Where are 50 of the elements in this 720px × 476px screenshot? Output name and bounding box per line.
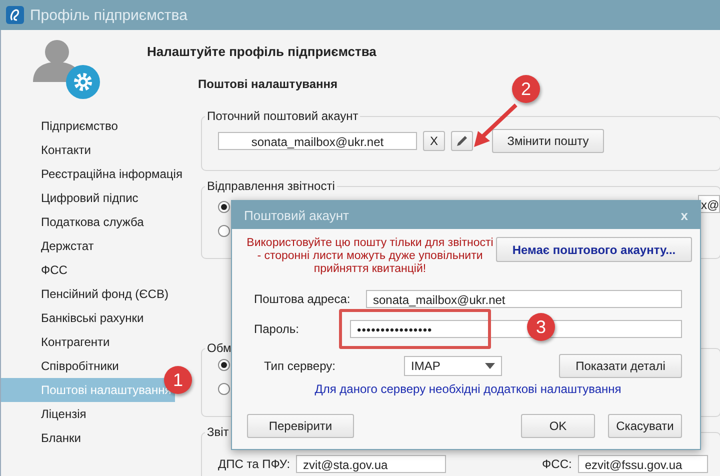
sidebar-item[interactable]: Пенсійний фонд (ЄСВ)	[1, 282, 172, 306]
email-field[interactable]: zvit@sta.gov.ua	[296, 455, 446, 473]
sidebar-item[interactable]: Реєстраційна інформація	[1, 162, 186, 186]
group-label: Звіт	[206, 425, 230, 439]
radio-button[interactable]	[218, 383, 230, 395]
app-logo-icon	[6, 6, 24, 24]
section-title: Поштові налаштування	[198, 77, 338, 91]
cancel-button[interactable]: Скасувати	[608, 414, 682, 438]
sidebar-item[interactable]: Банківські рахунки	[1, 306, 148, 330]
sidebar-item[interactable]: Податкова служба	[1, 210, 148, 234]
sidebar-item[interactable]: Контакти	[1, 138, 95, 162]
group-label: Відправлення звітності	[206, 179, 336, 193]
no-account-button[interactable]: Немає поштового акаунту...	[496, 237, 692, 262]
email-field[interactable]: sonata_mailbox@ukr.net	[218, 132, 417, 150]
sidebar-item[interactable]: ФСС	[1, 258, 72, 282]
caret-icon	[485, 363, 495, 369]
group-label: Поточний поштовий акаунт	[206, 109, 360, 123]
field-label: Пароль:	[253, 322, 300, 336]
change-email-button[interactable]: Змінити пошту	[492, 129, 604, 153]
server-type-dropdown[interactable]: IMAP	[404, 356, 502, 376]
sidebar-item[interactable]: Підприємство	[1, 114, 122, 138]
window-title: Профіль підприємства	[30, 6, 188, 24]
field-label: Тип серверу:	[263, 359, 336, 373]
ok-button[interactable]: OK	[521, 414, 595, 438]
server-note: Для даного серверу необхідні додаткові налаштування	[314, 382, 622, 396]
callout-number: 2	[512, 75, 540, 103]
clear-button[interactable]: X	[423, 131, 445, 151]
radio-button[interactable]	[218, 225, 230, 237]
warning-text: Використовуйте цю пошту тільки для звітності - сторонні листи можуть дуже уповільнити прийняття квитанцій!	[246, 237, 494, 276]
email-field[interactable]: ezvit@fssu.gov.ua	[578, 455, 708, 473]
sidebar-item[interactable]: Держстат	[1, 234, 98, 258]
page-heading: Налаштуйте профіль підприємства	[147, 44, 378, 59]
edit-button[interactable]	[451, 131, 473, 151]
radio-button[interactable]	[218, 359, 230, 371]
sidebar-item[interactable]: Контрагенти	[1, 330, 114, 354]
dialog-title: Поштовий акаунт	[244, 208, 350, 222]
field-label: Поштова адреса:	[253, 292, 352, 306]
pencil-icon	[455, 134, 469, 148]
sidebar-item[interactable]: Співробітники	[1, 354, 123, 378]
sidebar-item[interactable]: Цифровий підпис	[1, 186, 142, 210]
group-label: Обм	[206, 341, 232, 355]
show-details-button[interactable]: Показати деталі	[559, 354, 682, 378]
field-label: ДПС та ПФУ:	[218, 457, 290, 471]
sidebar-item[interactable]: Бланки	[1, 426, 85, 450]
email-field[interactable]: x@	[698, 195, 720, 213]
field-label: ФСС:	[542, 457, 572, 471]
sidebar-item[interactable]: Ліцензія	[1, 402, 90, 426]
radio-button[interactable]	[218, 201, 230, 213]
check-button[interactable]: Перевірити	[247, 414, 354, 438]
email-field[interactable]: sonata_mailbox@ukr.net	[366, 290, 682, 308]
